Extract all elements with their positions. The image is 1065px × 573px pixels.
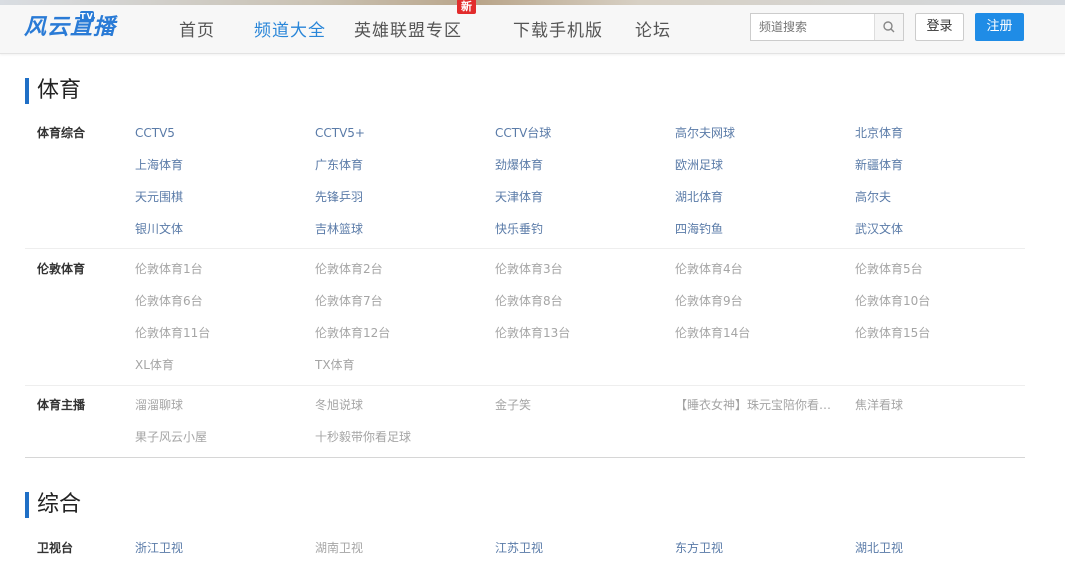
section-divider xyxy=(25,457,1025,458)
group-label: 体育主播 xyxy=(37,398,86,412)
group-label: 伦敦体育 xyxy=(37,262,86,276)
search-icon xyxy=(883,21,895,33)
channel-link[interactable]: 十秒毅带你看足球 xyxy=(315,428,411,446)
nav-lol-zone[interactable]: 英雄联盟专区 xyxy=(354,16,462,41)
search-button[interactable] xyxy=(874,14,903,40)
register-button[interactable]: 注册 xyxy=(975,13,1024,41)
group-sports-general: 体育综合 CCTV5 CCTV5+ CCTV台球 高尔夫网球 北京体育上海体育 广东体育 劲… xyxy=(25,124,1025,249)
channel-link[interactable]: 银川文体 xyxy=(135,220,183,238)
channel-link[interactable]: XL体育 xyxy=(135,356,174,374)
channel-link[interactable]: 江苏卫视 xyxy=(495,539,543,557)
channel-search xyxy=(750,13,904,41)
section-title-sports: 体育 xyxy=(25,78,81,104)
channel-link[interactable]: 天元围棋 xyxy=(135,188,183,206)
channel-link[interactable]: 溜溜聊球 xyxy=(135,396,183,414)
channel-link[interactable]: 湖北卫视 xyxy=(855,539,903,557)
channel-link[interactable]: 四海钓鱼 xyxy=(675,220,723,238)
nav-channels[interactable]: 频道大全 xyxy=(254,16,326,41)
channel-link[interactable]: 伦敦体育14台 xyxy=(675,324,750,342)
nav-home[interactable]: 首页 xyxy=(179,16,215,41)
channel-link[interactable]: TX体育 xyxy=(315,356,355,374)
channel-link[interactable]: 快乐垂钓 xyxy=(495,220,543,238)
channel-link[interactable]: 广东体育 xyxy=(315,156,363,174)
channel-link[interactable]: 冬旭说球 xyxy=(315,396,363,414)
channel-link[interactable]: 伦敦体育5台 xyxy=(855,260,923,278)
channel-link[interactable]: 伦敦体育11台 xyxy=(135,324,210,342)
section-title-general: 综合 xyxy=(25,492,81,518)
channel-link[interactable]: 北京体育 xyxy=(855,124,903,142)
channel-link[interactable]: 东方卫视 xyxy=(675,539,723,557)
channel-link[interactable]: 上海体育 xyxy=(135,156,183,174)
channel-link[interactable]: CCTV5 xyxy=(135,124,175,142)
channel-link[interactable]: CCTV台球 xyxy=(495,124,551,142)
channel-link[interactable]: 伦敦体育1台 xyxy=(135,260,203,278)
search-input[interactable] xyxy=(751,14,876,40)
channel-link[interactable]: 伦敦体育8台 xyxy=(495,292,563,310)
channel-link[interactable]: 劲爆体育 xyxy=(495,156,543,174)
channel-link[interactable]: 伦敦体育3台 xyxy=(495,260,563,278)
group-label: 卫视台 xyxy=(37,541,74,555)
group-satellite-tv: 卫视台 浙江卫视 湖南卫视 江苏卫视 东方卫视 湖北卫视 xyxy=(25,539,1025,569)
channel-link[interactable]: 金子笑 xyxy=(495,396,531,414)
nav-mobile-download[interactable]: 下载手机版 xyxy=(513,16,603,41)
channel-link[interactable]: 伦敦体育4台 xyxy=(675,260,743,278)
channel-link[interactable]: 伦敦体育12台 xyxy=(315,324,390,342)
channel-link[interactable]: 伦敦体育13台 xyxy=(495,324,570,342)
channel-link[interactable]: 先锋乒羽 xyxy=(315,188,363,206)
channel-link[interactable]: 欧洲足球 xyxy=(675,156,723,174)
group-label: 体育综合 xyxy=(37,126,86,140)
channel-link[interactable]: 新疆体育 xyxy=(855,156,903,174)
login-button[interactable]: 登录 xyxy=(915,13,964,41)
channel-link[interactable]: 伦敦体育9台 xyxy=(675,292,743,310)
logo-tv-badge: TV xyxy=(80,11,94,22)
channel-link[interactable]: 伦敦体育7台 xyxy=(315,292,383,310)
site-logo[interactable]: 风云直播 TV xyxy=(24,11,134,43)
channel-link[interactable]: 伦敦体育10台 xyxy=(855,292,930,310)
channel-link[interactable]: 伦敦体育6台 xyxy=(135,292,203,310)
channel-link[interactable]: 武汉文体 xyxy=(855,220,903,238)
group-london-sports: 伦敦体育 伦敦体育1台 伦敦体育2台 伦敦体育3台 伦敦体育4台 伦敦体育5台伦敦体育6… xyxy=(25,260,1025,386)
channel-link[interactable]: 果子风云小屋 xyxy=(135,428,207,446)
channel-link[interactable]: 湖南卫视 xyxy=(315,539,363,557)
channel-link[interactable]: 高尔夫网球 xyxy=(675,124,735,142)
channel-link[interactable]: 高尔夫 xyxy=(855,188,891,206)
channel-link[interactable]: 天津体育 xyxy=(495,188,543,206)
channel-link[interactable]: 【睡衣女神】珠元宝陪你看… xyxy=(675,396,831,414)
group-sports-hosts: 体育主播 溜溜聊球 冬旭说球 金子笑 【睡衣女神】珠元宝陪你看… 焦洋看球果子风云小屋 十… xyxy=(25,396,1025,456)
channel-link[interactable]: 湖北体育 xyxy=(675,188,723,206)
channel-link[interactable]: 浙江卫视 xyxy=(135,539,183,557)
channel-link[interactable]: CCTV5+ xyxy=(315,124,365,142)
logo-text: 风云直播 xyxy=(24,15,117,40)
channel-link[interactable]: 伦敦体育2台 xyxy=(315,260,383,278)
new-badge: 新 xyxy=(457,0,476,14)
channel-link[interactable]: 吉林篮球 xyxy=(315,220,363,238)
nav-forum[interactable]: 论坛 xyxy=(635,16,671,41)
channel-link[interactable]: 伦敦体育15台 xyxy=(855,324,930,342)
channel-link[interactable]: 焦洋看球 xyxy=(855,396,903,414)
site-header: 风云直播 TV 首页 频道大全 英雄联盟专区 新 下载手机版 论坛 登录 注册 xyxy=(0,0,1065,54)
